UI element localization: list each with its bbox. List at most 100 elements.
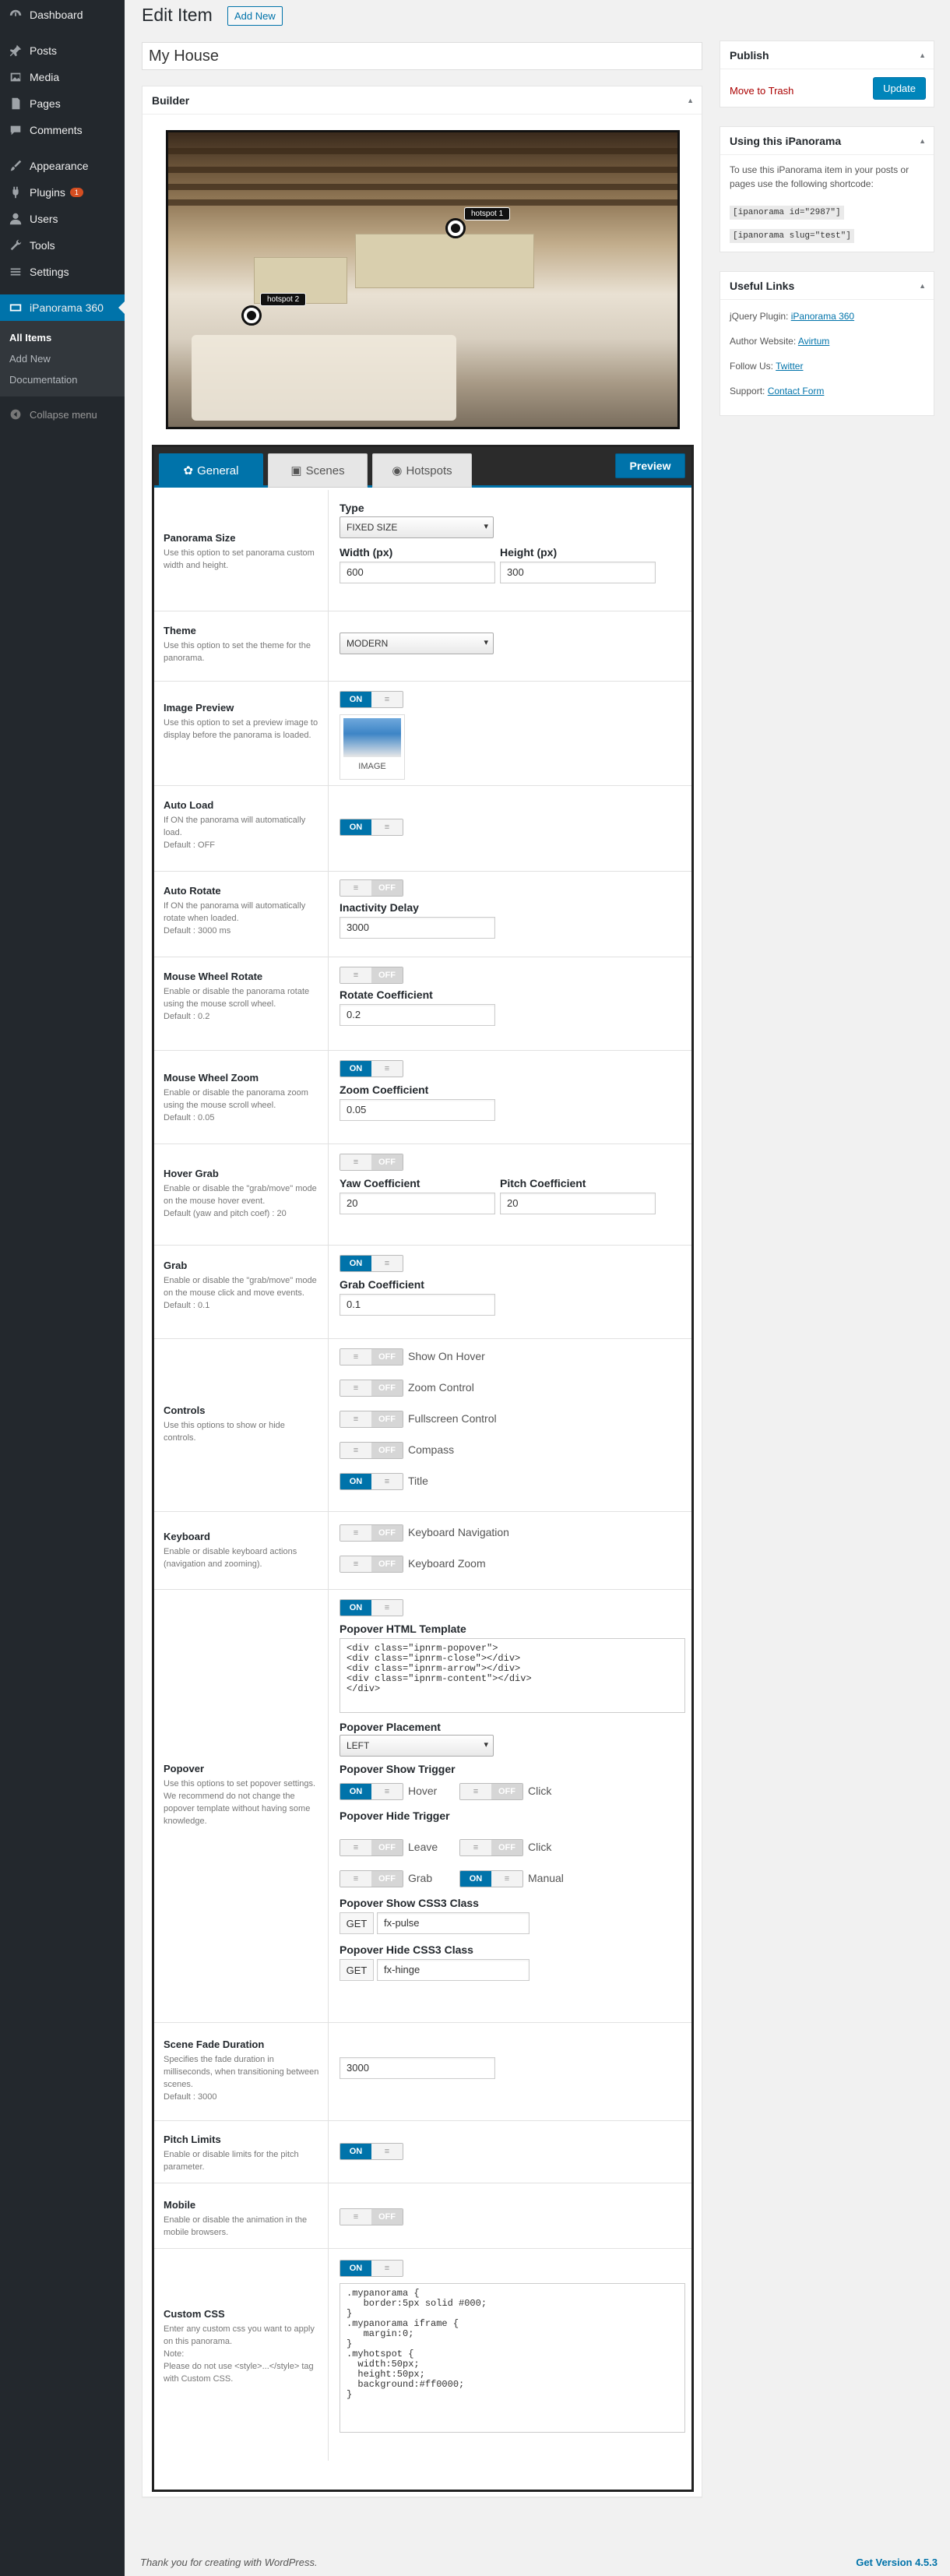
jquery-plugin-link[interactable]: iPanorama 360 [791, 311, 854, 322]
keyboard-navigation-toggle[interactable]: ≡ OFF [340, 1524, 403, 1542]
usage-header[interactable]: Using this iPanorama ▲ [720, 127, 934, 155]
auto-load-toggle[interactable]: ON ≡ [340, 819, 403, 836]
pitch-limits-toggle[interactable]: ON ≡ [340, 2143, 403, 2160]
panorama-viewer[interactable]: hotspot 1 hotspot 2 [166, 130, 680, 429]
builder-header[interactable]: Builder ▲ [142, 86, 702, 115]
collapse-arrow-icon[interactable]: ▲ [919, 41, 926, 69]
collapse-arrow-icon[interactable]: ▲ [919, 127, 926, 155]
settings-builder: ✿ General ▣ Scenes ◉ Hotspots Preview Panor… [152, 445, 694, 2492]
label-title: Mobile [164, 2199, 196, 2211]
menu-label: Comments [30, 124, 83, 136]
hide-css-get-button[interactable]: GET [340, 1959, 374, 1981]
hide-click-label: Click [528, 1841, 552, 1853]
hide-trigger-grab-toggle[interactable]: ≡ OFF [340, 1870, 403, 1887]
tab-hotspots[interactable]: ◉ Hotspots [372, 453, 472, 488]
author-website-link[interactable]: Avirtum [798, 336, 829, 347]
add-new-button[interactable]: Add New [227, 6, 283, 26]
rotate-coefficient-input[interactable]: 0.2 [340, 1004, 495, 1026]
footer-version[interactable]: Get Version 4.5.3 [856, 2557, 938, 2568]
author-label: Author Website: [730, 336, 797, 347]
row-pitch-limits: Pitch Limits Enable or disable limits for… [154, 2121, 691, 2183]
collapse-arrow-icon[interactable]: ▲ [687, 86, 694, 115]
custom-css-textarea[interactable]: .mypanorama { border:5px solid #000; } .… [340, 2283, 685, 2433]
submenu-add-new[interactable]: Add New [0, 348, 125, 369]
menu-settings[interactable]: Settings [0, 259, 125, 285]
compass-toggle[interactable]: ≡ OFF [340, 1442, 403, 1459]
menu-plugins[interactable]: Plugins 1 [0, 179, 125, 206]
update-button[interactable]: Update [873, 77, 926, 100]
popover-placement-label: Popover Placement [340, 1721, 441, 1733]
pitch-coefficient-input[interactable]: 20 [500, 1193, 656, 1214]
custom-css-toggle[interactable]: ON ≡ [340, 2260, 403, 2277]
menu-posts[interactable]: Posts [0, 37, 125, 64]
menu-dashboard[interactable]: Dashboard [0, 2, 125, 28]
grab-coefficient-input[interactable]: 0.1 [340, 1294, 495, 1316]
menu-users[interactable]: Users [0, 206, 125, 232]
menu-pages[interactable]: Pages [0, 90, 125, 117]
collapse-arrow-icon[interactable]: ▲ [919, 272, 926, 300]
show-trigger-hover-toggle[interactable]: ON ≡ [340, 1783, 403, 1800]
submenu-all-items[interactable]: All Items [0, 327, 125, 348]
preview-image-picker[interactable]: IMAGE [340, 714, 405, 780]
show-on-hover-toggle[interactable]: ≡ OFF [340, 1348, 403, 1366]
preview-button[interactable]: Preview [615, 453, 685, 478]
hide-trigger-click-toggle[interactable]: ≡ OFF [459, 1839, 523, 1856]
tab-scenes[interactable]: ▣ Scenes [268, 453, 368, 488]
wheel-zoom-toggle[interactable]: ON ≡ [340, 1060, 403, 1077]
hotspot-2-marker[interactable] [241, 305, 262, 326]
useful-links-header[interactable]: Useful Links ▲ [720, 272, 934, 300]
submenu-documentation[interactable]: Documentation [0, 369, 125, 390]
menu-media[interactable]: Media [0, 64, 125, 90]
row-image-preview: Image Preview Use this option to set a pr… [154, 682, 691, 786]
move-to-trash-link[interactable]: Move to Trash [730, 85, 793, 97]
zoom-coefficient-input[interactable]: 0.05 [340, 1099, 495, 1121]
show-css-input[interactable]: fx-pulse [377, 1912, 530, 1934]
hotspot-1-marker[interactable] [445, 218, 466, 238]
shortcode-slug[interactable]: [ipanorama slug="test"] [730, 229, 854, 243]
contact-form-link[interactable]: Contact Form [768, 386, 825, 396]
menu-ipanorama[interactable]: iPanorama 360 [0, 294, 125, 321]
show-trigger-click-toggle[interactable]: ≡ OFF [459, 1783, 523, 1800]
size-type-select[interactable]: FIXED SIZE [340, 516, 494, 538]
footer-thanks[interactable]: Thank you for creating with WordPress. [140, 2557, 318, 2568]
tab-general[interactable]: ✿ General [159, 453, 263, 488]
menu-label: Plugins [30, 186, 65, 199]
show-css-get-button[interactable]: GET [340, 1912, 374, 1934]
label-title: Theme [164, 625, 196, 636]
zoom-control-toggle[interactable]: ≡ OFF [340, 1380, 403, 1397]
wheel-rotate-toggle[interactable]: ≡ OFF [340, 967, 403, 984]
row-scene-fade: Scene Fade Duration Specifies the fade du… [154, 2023, 691, 2121]
menu-comments[interactable]: Comments [0, 117, 125, 143]
hide-trigger-manual-toggle[interactable]: ON ≡ [459, 1870, 523, 1887]
popover-placement-select[interactable]: LEFT [340, 1735, 494, 1757]
publish-header[interactable]: Publish ▲ [720, 41, 934, 69]
grab-toggle[interactable]: ON ≡ [340, 1255, 403, 1272]
hover-grab-toggle[interactable]: ≡ OFF [340, 1154, 403, 1171]
popover-template-textarea[interactable]: <div class="ipnrm-popover"> <div class="… [340, 1638, 685, 1713]
post-title-input[interactable]: My House [142, 42, 702, 70]
height-input[interactable]: 300 [500, 562, 656, 583]
keyboard-zoom-toggle[interactable]: ≡ OFF [340, 1556, 403, 1573]
shortcode-id[interactable]: [ipanorama id="2987"] [730, 206, 844, 220]
inactivity-delay-input[interactable]: 3000 [340, 917, 495, 939]
fade-duration-input[interactable]: 3000 [340, 2057, 495, 2079]
gear-icon: ✿ [183, 464, 194, 477]
publish-title: Publish [730, 49, 769, 62]
menu-appearance[interactable]: Appearance [0, 153, 125, 179]
yaw-coefficient-input[interactable]: 20 [340, 1193, 495, 1214]
fullscreen-control-toggle[interactable]: ≡ OFF [340, 1411, 403, 1428]
width-input[interactable]: 600 [340, 562, 495, 583]
hide-css-input[interactable]: fx-hinge [377, 1959, 530, 1981]
mobile-toggle[interactable]: ≡ OFF [340, 2208, 403, 2225]
collapse-menu-button[interactable]: Collapse menu [0, 401, 125, 428]
manual-label: Manual [528, 1872, 564, 1884]
title-toggle[interactable]: ON ≡ [340, 1473, 403, 1490]
theme-select[interactable]: MODERN [340, 633, 494, 654]
popover-toggle[interactable]: ON ≡ [340, 1599, 403, 1616]
hide-trigger-leave-toggle[interactable]: ≡ OFF [340, 1839, 403, 1856]
image-preview-toggle[interactable]: ON ≡ [340, 691, 403, 708]
twitter-link[interactable]: Twitter [776, 361, 803, 372]
menu-tools[interactable]: Tools [0, 232, 125, 259]
menu-label: Tools [30, 239, 55, 252]
auto-rotate-toggle[interactable]: ≡ OFF [340, 879, 403, 897]
